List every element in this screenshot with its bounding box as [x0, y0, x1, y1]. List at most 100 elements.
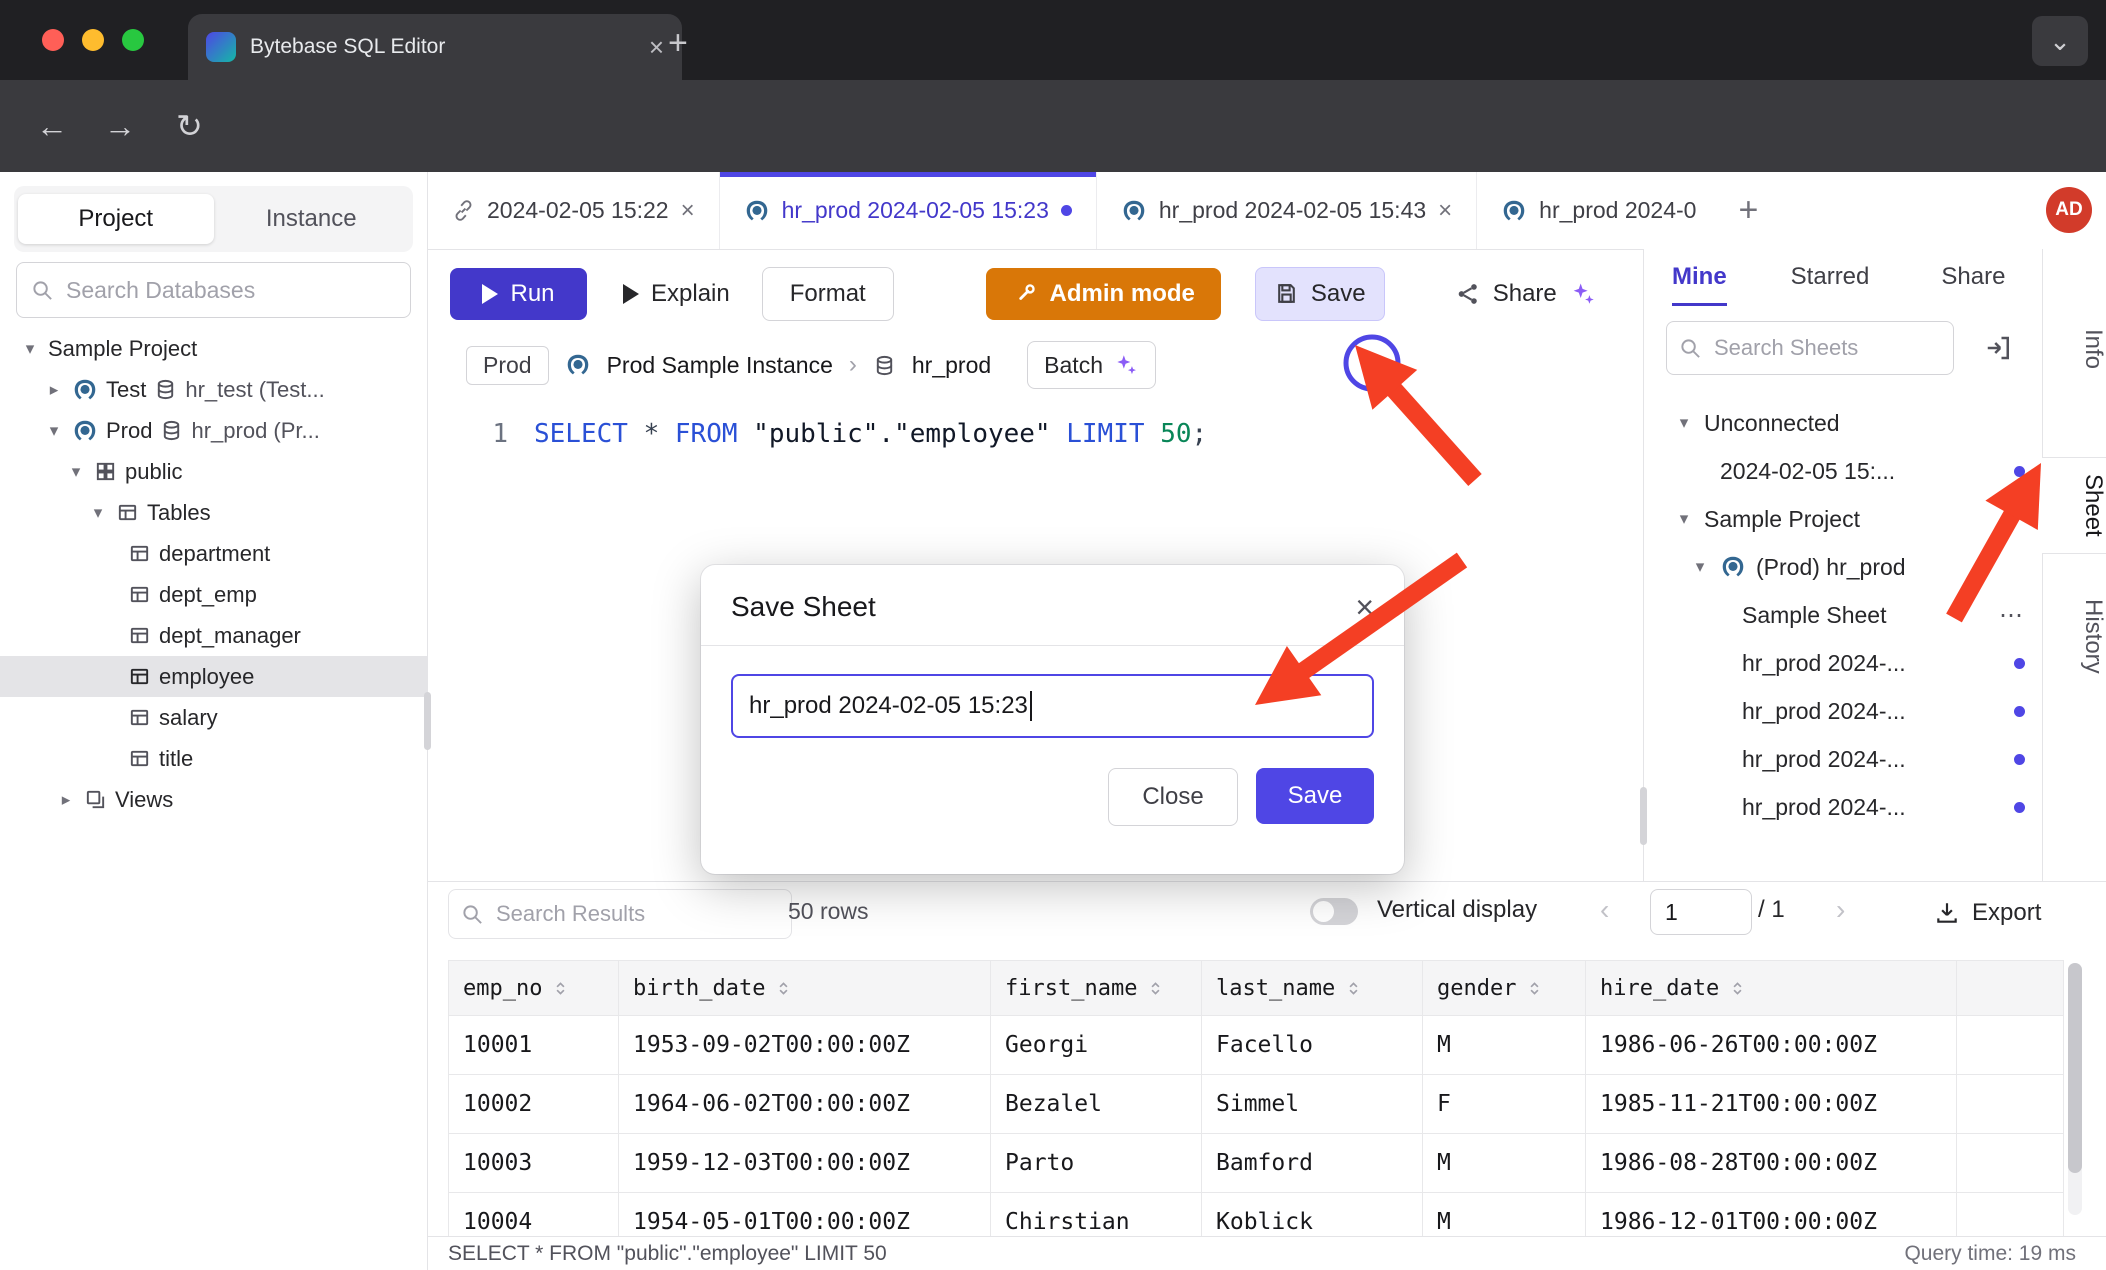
sheet-group-database[interactable]: ▾ (Prod) hr_prod [1644, 543, 2043, 591]
collapse-panel-icon[interactable] [1984, 333, 2014, 368]
export-button[interactable]: Export [1920, 889, 2055, 937]
sheet-item-sample-sheet[interactable]: Sample Sheet ⋯ [1644, 591, 2043, 639]
sort-icon[interactable] [1345, 980, 1362, 997]
window-zoom-button[interactable] [122, 29, 144, 51]
tab-sheet[interactable]: Sheet [2042, 457, 2106, 554]
database-search-input[interactable] [64, 276, 396, 305]
column-header[interactable]: emp_no [448, 960, 619, 1016]
column-header[interactable]: hire_date [1586, 960, 1957, 1016]
sheet-item[interactable]: hr_prod 2024-... [1644, 639, 2043, 687]
tree-item-tables[interactable]: ▾ Tables [0, 492, 427, 533]
editor-tab-4[interactable]: hr_prod 2024-0 [1477, 172, 1720, 249]
tab-close-icon[interactable]: × [649, 32, 664, 63]
run-button[interactable]: Run [450, 268, 587, 320]
sheet-search-input[interactable] [1712, 334, 1866, 362]
column-header[interactable]: gender [1423, 960, 1586, 1016]
results-search-input[interactable] [494, 900, 786, 928]
sort-icon[interactable] [775, 980, 792, 997]
sql-star: * [644, 419, 660, 449]
tree-item-prod-db[interactable]: ▾ Prod hr_prod (Pr... [0, 410, 427, 451]
sidebar-resize-handle[interactable] [424, 692, 431, 750]
browser-tab[interactable]: Bytebase SQL Editor × [188, 14, 682, 80]
next-page-icon[interactable]: › [1836, 894, 1845, 926]
tree-item-table-dept-manager[interactable]: dept_manager [0, 615, 427, 656]
tab-share[interactable]: Share [1941, 263, 2005, 303]
tab-search-chevron-icon[interactable]: ⌄ [2032, 16, 2088, 66]
editor-tab-2-active[interactable]: hr_prod 2024-02-05 15:23 [720, 172, 1097, 249]
tree-item-table-dept-emp[interactable]: dept_emp [0, 574, 427, 615]
table-row[interactable]: 10004 1954-05-01T00:00:00Z Chirstian Kob… [448, 1193, 2064, 1238]
tab-instance[interactable]: Instance [214, 194, 410, 244]
table-row[interactable]: 10001 1953-09-02T00:00:00Z Georgi Facell… [448, 1016, 2064, 1075]
results-search[interactable] [448, 889, 792, 939]
sort-icon[interactable] [552, 980, 569, 997]
batch-button[interactable]: Batch [1027, 341, 1156, 389]
tab-mine[interactable]: Mine [1672, 263, 1727, 306]
sheet-group-label: Sample Project [1704, 506, 1860, 533]
format-button[interactable]: Format [762, 267, 894, 321]
database-search[interactable] [16, 262, 411, 318]
avatar[interactable]: AD [2046, 187, 2092, 233]
environment-chip[interactable]: Prod [466, 346, 549, 385]
tab-starred[interactable]: Starred [1791, 263, 1870, 303]
sheet-search[interactable] [1666, 321, 1954, 375]
tree-item-sample-project[interactable]: ▾ Sample Project [0, 328, 427, 369]
sheet-item[interactable]: hr_prod 2024-... [1644, 783, 2043, 831]
sheet-item[interactable]: hr_prod 2024-... [1644, 687, 2043, 735]
sort-icon[interactable] [1526, 980, 1543, 997]
sheet-panel-resize-handle[interactable] [1640, 787, 1647, 845]
tree-item-schema-public[interactable]: ▾ public [0, 451, 427, 492]
tree-item-table-employee[interactable]: employee [0, 656, 427, 697]
admin-mode-button[interactable]: Admin mode [986, 268, 1221, 320]
tree-label: public [125, 459, 182, 485]
tree-item-table-salary[interactable]: salary [0, 697, 427, 738]
editor-tab-3[interactable]: hr_prod 2024-02-05 15:43 × [1097, 172, 1477, 249]
table-row[interactable]: 10002 1964-06-02T00:00:00Z Bezalel Simme… [448, 1075, 2064, 1134]
scrollbar-thumb[interactable] [2068, 963, 2082, 1173]
dialog-close-icon[interactable]: × [1355, 593, 1374, 621]
sort-icon[interactable] [1729, 980, 1746, 997]
tree-label: Sample Project [48, 336, 197, 362]
tree-item-table-department[interactable]: department [0, 533, 427, 574]
tab-history[interactable]: History [2043, 599, 2106, 674]
editor-tab-1[interactable]: 2024-02-05 15:22 × [428, 172, 720, 249]
sheet-item[interactable]: 2024-02-05 15:... [1644, 447, 2043, 495]
close-icon[interactable]: × [1438, 197, 1452, 225]
tab-info[interactable]: Info [2043, 329, 2106, 369]
more-actions-icon[interactable]: ⋯ [1999, 601, 2025, 630]
share-button[interactable]: Share [1447, 268, 1605, 320]
sheet-item[interactable]: hr_prod 2024-... [1644, 735, 2043, 783]
tree-item-table-title[interactable]: title [0, 738, 427, 779]
explain-button[interactable]: Explain [613, 268, 740, 320]
dialog-close-button[interactable]: Close [1108, 768, 1238, 826]
reload-icon[interactable]: ↻ [176, 106, 203, 146]
tree-item-test-db[interactable]: ▸ Test hr_test (Test... [0, 369, 427, 410]
page-input[interactable]: 1 [1650, 889, 1752, 935]
sort-icon[interactable] [1147, 980, 1164, 997]
results-scrollbar[interactable] [2068, 963, 2082, 1215]
new-sheet-tab-button[interactable]: + [1738, 191, 1758, 230]
database-name[interactable]: hr_prod [912, 352, 991, 379]
window-close-button[interactable] [42, 29, 64, 51]
sheet-group-unconnected[interactable]: ▾ Unconnected [1644, 399, 2043, 447]
column-header[interactable]: first_name [991, 960, 1202, 1016]
forward-icon[interactable]: → [104, 106, 136, 146]
tab-project[interactable]: Project [18, 194, 214, 244]
table-row[interactable]: 10003 1959-12-03T00:00:00Z Parto Bamford… [448, 1134, 2064, 1193]
new-tab-button[interactable]: + [668, 26, 688, 60]
instance-name[interactable]: Prod Sample Instance [607, 352, 833, 379]
window-minimize-button[interactable] [82, 29, 104, 51]
close-icon[interactable]: × [681, 197, 695, 225]
back-icon[interactable]: ← [36, 106, 68, 146]
prev-page-icon[interactable]: ‹ [1600, 894, 1609, 926]
tree-item-views[interactable]: ▸ Views [0, 779, 427, 820]
sheet-name-input[interactable]: hr_prod 2024-02-05 15:23 [731, 674, 1374, 738]
vertical-display-toggle[interactable] [1310, 898, 1358, 925]
save-button[interactable]: Save [1255, 267, 1385, 321]
results-controls: 50 rows Vertical display ‹ 1 / 1 › Expor… [428, 882, 2106, 938]
column-header[interactable]: birth_date [619, 960, 991, 1016]
column-header[interactable]: last_name [1202, 960, 1423, 1016]
sheet-group-sample-project[interactable]: ▾ Sample Project [1644, 495, 2043, 543]
dialog-save-button[interactable]: Save [1256, 768, 1374, 824]
editor-tabstrip: 2024-02-05 15:22 × hr_prod 2024-02-05 15… [428, 172, 2106, 250]
